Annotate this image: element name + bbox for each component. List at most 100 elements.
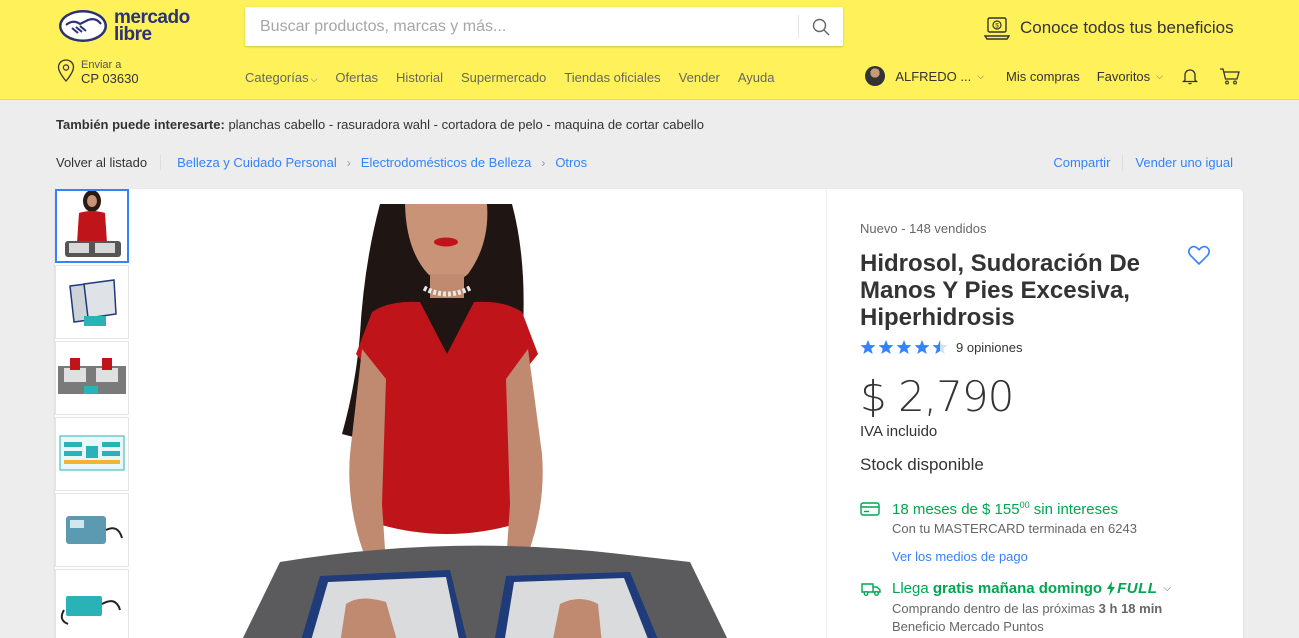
full-label: FULL [1117, 580, 1158, 597]
benefits-laptop-icon: $ [984, 17, 1010, 40]
nav-label: Categorías [245, 70, 309, 85]
location-selector[interactable]: Enviar a CP 03630 [57, 59, 139, 86]
cart-icon [1220, 68, 1240, 85]
installments-suffix: sin intereses [1029, 501, 1118, 518]
shipping-prefix: Llega [892, 580, 933, 597]
nav-item-ayuda[interactable]: Ayuda [738, 70, 775, 85]
my-purchases-label: Mis compras [1006, 68, 1080, 84]
shipping-note-prefix: Comprando dentro de las próximas [892, 601, 1099, 616]
search-button[interactable] [798, 15, 843, 38]
search-input[interactable] [245, 7, 797, 46]
nav-item-tiendas-oficiales[interactable]: Tiendas oficiales [564, 70, 660, 85]
search-bar [245, 7, 843, 46]
benefits-label: Conoce todos tus beneficios [1020, 18, 1234, 37]
shipping-note-time: 3 h 18 min [1098, 601, 1163, 616]
search-icon [812, 18, 830, 35]
bell-icon [1181, 69, 1199, 85]
product-thumbnail-image [56, 570, 128, 638]
main-product-image[interactable] [150, 204, 800, 638]
user-menu[interactable]: ALFREDO ... ⌵ [865, 66, 984, 86]
location-label: Enviar a [81, 59, 122, 71]
star-icon [878, 340, 894, 354]
breadcrumb-otros[interactable]: Otros [555, 155, 587, 170]
rating-summary[interactable]: 9 opiniones [860, 339, 1023, 355]
thumbnail-2[interactable] [55, 265, 129, 339]
my-purchases-link[interactable]: Mis compras [1006, 69, 1080, 84]
chevron-right-icon: › [346, 155, 351, 170]
chevron-down-icon: ⌵ [1156, 70, 1163, 81]
cart-button[interactable] [1219, 67, 1241, 85]
product-photo-woman-hidrosol [150, 204, 800, 638]
installments-amount: 18 meses de $ 155 [892, 501, 1020, 518]
shipping-deadline: Comprando dentro de las próximas 3 h 18 … [892, 601, 1162, 616]
tax-note: IVA incluido [860, 423, 938, 440]
location-value: CP 03630 [81, 71, 139, 86]
nav-item-categorias[interactable]: Categorías ⌵ [245, 70, 317, 85]
full-badge: FULL [1106, 580, 1157, 597]
payment-methods-link[interactable]: Ver los medios de pago [892, 549, 1028, 564]
chevron-right-icon: › [541, 155, 546, 170]
truck-icon [860, 581, 882, 602]
points-note: Beneficio Mercado Puntos [892, 619, 1044, 634]
mercadolibre-logo[interactable]: mercado libre [58, 8, 198, 48]
back-to-list-link[interactable]: Volver al listado [56, 155, 162, 170]
heart-icon [1188, 245, 1210, 266]
breadcrumb-electrodomesticos[interactable]: Electrodomésticos de Belleza [361, 155, 532, 170]
star-icon [914, 340, 930, 354]
site-header: mercado libre $ Conoce todos tus benefic… [0, 0, 1299, 100]
location-pin-icon [57, 59, 75, 82]
product-thumbnail-image [56, 494, 128, 566]
thumbnail-3[interactable] [55, 341, 129, 415]
half-star-icon [932, 340, 948, 354]
user-nav: ALFREDO ... ⌵ Mis compras Favoritos ⌵ [865, 66, 1241, 86]
sell-same-link[interactable]: Vender uno igual [1135, 155, 1233, 171]
shipping-text: Llega gratis mañana domingo [892, 580, 1102, 597]
price: $ 2,790 [860, 372, 1014, 421]
benefits-banner[interactable]: $ Conoce todos tus beneficios [984, 14, 1234, 42]
breadcrumb-belleza[interactable]: Belleza y Cuidado Personal [177, 155, 337, 170]
buy-box: Nuevo - 148 vendidos Hidrosol, Sudoració… [826, 189, 1243, 638]
thumbnail-gallery [55, 189, 131, 638]
reviews-count: 9 opiniones [956, 339, 1023, 355]
avatar [865, 66, 886, 86]
handshake-logo-icon [59, 10, 107, 42]
product-thumbnail-image [57, 191, 127, 261]
thumbnail-1[interactable] [55, 189, 129, 263]
product-thumbnail-image [56, 418, 128, 490]
chevron-down-icon: ⌵ [977, 70, 985, 81]
divider [1122, 155, 1124, 171]
related-links[interactable]: planchas cabello - rasuradora wahl - cor… [228, 117, 704, 132]
favorites-menu[interactable]: Favoritos ⌵ [1097, 69, 1163, 84]
credit-card-icon [860, 501, 880, 522]
user-name: ALFREDO ... [895, 68, 972, 84]
nav-item-vender[interactable]: Vender [679, 70, 720, 85]
breadcrumb: Volver al listado Belleza y Cuidado Pers… [56, 155, 587, 170]
product-title: Hidrosol, Sudoración De Manos Y Pies Exc… [860, 250, 1141, 331]
favorites-label: Favoritos [1096, 68, 1151, 84]
installments-offer: 18 meses de $ 15500 sin intereses [892, 500, 1118, 518]
thumbnail-6[interactable] [55, 569, 129, 638]
star-icon [860, 340, 876, 354]
product-thumbnail-image [56, 266, 128, 338]
stock-status: Stock disponible [860, 455, 984, 474]
share-link[interactable]: Compartir [1053, 155, 1110, 171]
shipping-date: gratis mañana domingo [932, 580, 1103, 597]
thumbnail-5[interactable] [55, 493, 129, 567]
related-label: También puede interesarte: [56, 117, 225, 132]
nav-item-supermercado[interactable]: Supermercado [461, 70, 546, 85]
thumbnail-4[interactable] [55, 417, 129, 491]
related-searches: También puede interesarte: planchas cabe… [56, 117, 704, 132]
nav-item-ofertas[interactable]: Ofertas [335, 70, 378, 85]
lightning-icon [1107, 581, 1116, 596]
chevron-down-icon: ⌵ [1163, 583, 1171, 594]
nav-item-historial[interactable]: Historial [396, 70, 443, 85]
notifications-button[interactable] [1181, 67, 1199, 85]
main-nav: Categorías ⌵ Ofertas Historial Supermerca… [245, 70, 775, 85]
logo-text: mercado libre [114, 8, 190, 44]
shipping-info[interactable]: Llega gratis mañana domingo FULL ⌵ [892, 580, 1171, 597]
card-note: Con tu MASTERCARD terminada en 6243 [892, 521, 1137, 536]
favorite-button[interactable] [1187, 244, 1211, 271]
star-icon [896, 340, 912, 354]
condition-sold: Nuevo - 148 vendidos [860, 221, 987, 236]
rating-stars [860, 339, 948, 355]
